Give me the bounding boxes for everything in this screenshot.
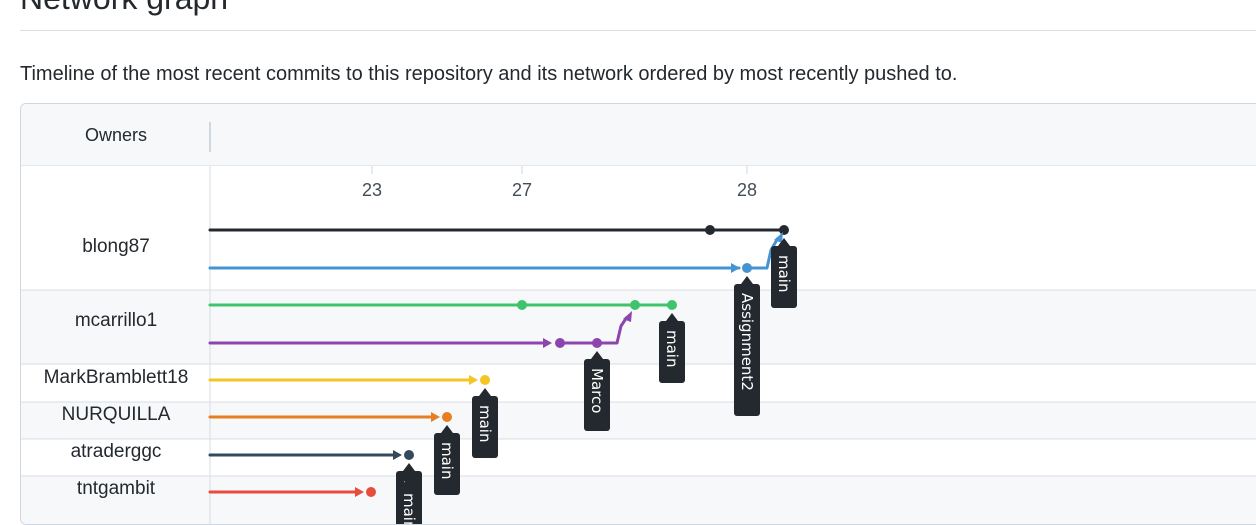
ref-label: Marco [588,368,606,413]
network-graph-panel[interactable]: Owners blong87 mcarrillo1 MarkBramblett18 NU… [20,103,1256,525]
graph-header [21,104,1256,166]
ref-label: Assignment2 [738,293,756,391]
commit-dot[interactable] [779,225,789,235]
commit-dot[interactable] [705,225,715,235]
owner-label: mcarrillo1 [75,310,157,331]
owners-header: Owners [85,125,147,145]
page-title: Network graph [20,0,228,18]
ref-label: main [775,255,793,292]
ref-label: main [476,405,494,442]
owner-band [21,166,1256,290]
page-description: Timeline of the most recent commits to t… [20,63,958,85]
owner-label: blong87 [82,236,150,257]
commit-dot[interactable] [630,300,640,310]
commit-dot[interactable] [480,375,490,385]
ref-label: main [400,493,418,524]
commit-dot[interactable] [404,450,414,460]
date-tick-label: 27 [512,180,532,200]
owner-label: NURQUILLA [62,404,171,425]
title-divider [20,30,1256,31]
commit-dot[interactable] [442,412,452,422]
network-graph-canvas[interactable]: Owners blong87 mcarrillo1 MarkBramblett18 NU… [21,104,1256,524]
owner-band [21,476,1256,524]
owner-band [21,290,1256,364]
owner-band [21,402,1256,439]
owner-label: tntgambit [77,478,156,499]
commit-dot[interactable] [366,487,376,497]
ref-label: main [663,330,681,367]
date-tick-label: 23 [362,180,382,200]
owner-label: atraderggc [71,441,162,462]
owner-band [21,439,1256,476]
owner-band [21,364,1256,402]
commit-dot[interactable] [517,300,527,310]
ref-label: main [438,442,456,479]
date-tick-label: 28 [737,180,757,200]
commit-dot[interactable] [667,300,677,310]
owner-label: MarkBramblett18 [44,367,189,388]
